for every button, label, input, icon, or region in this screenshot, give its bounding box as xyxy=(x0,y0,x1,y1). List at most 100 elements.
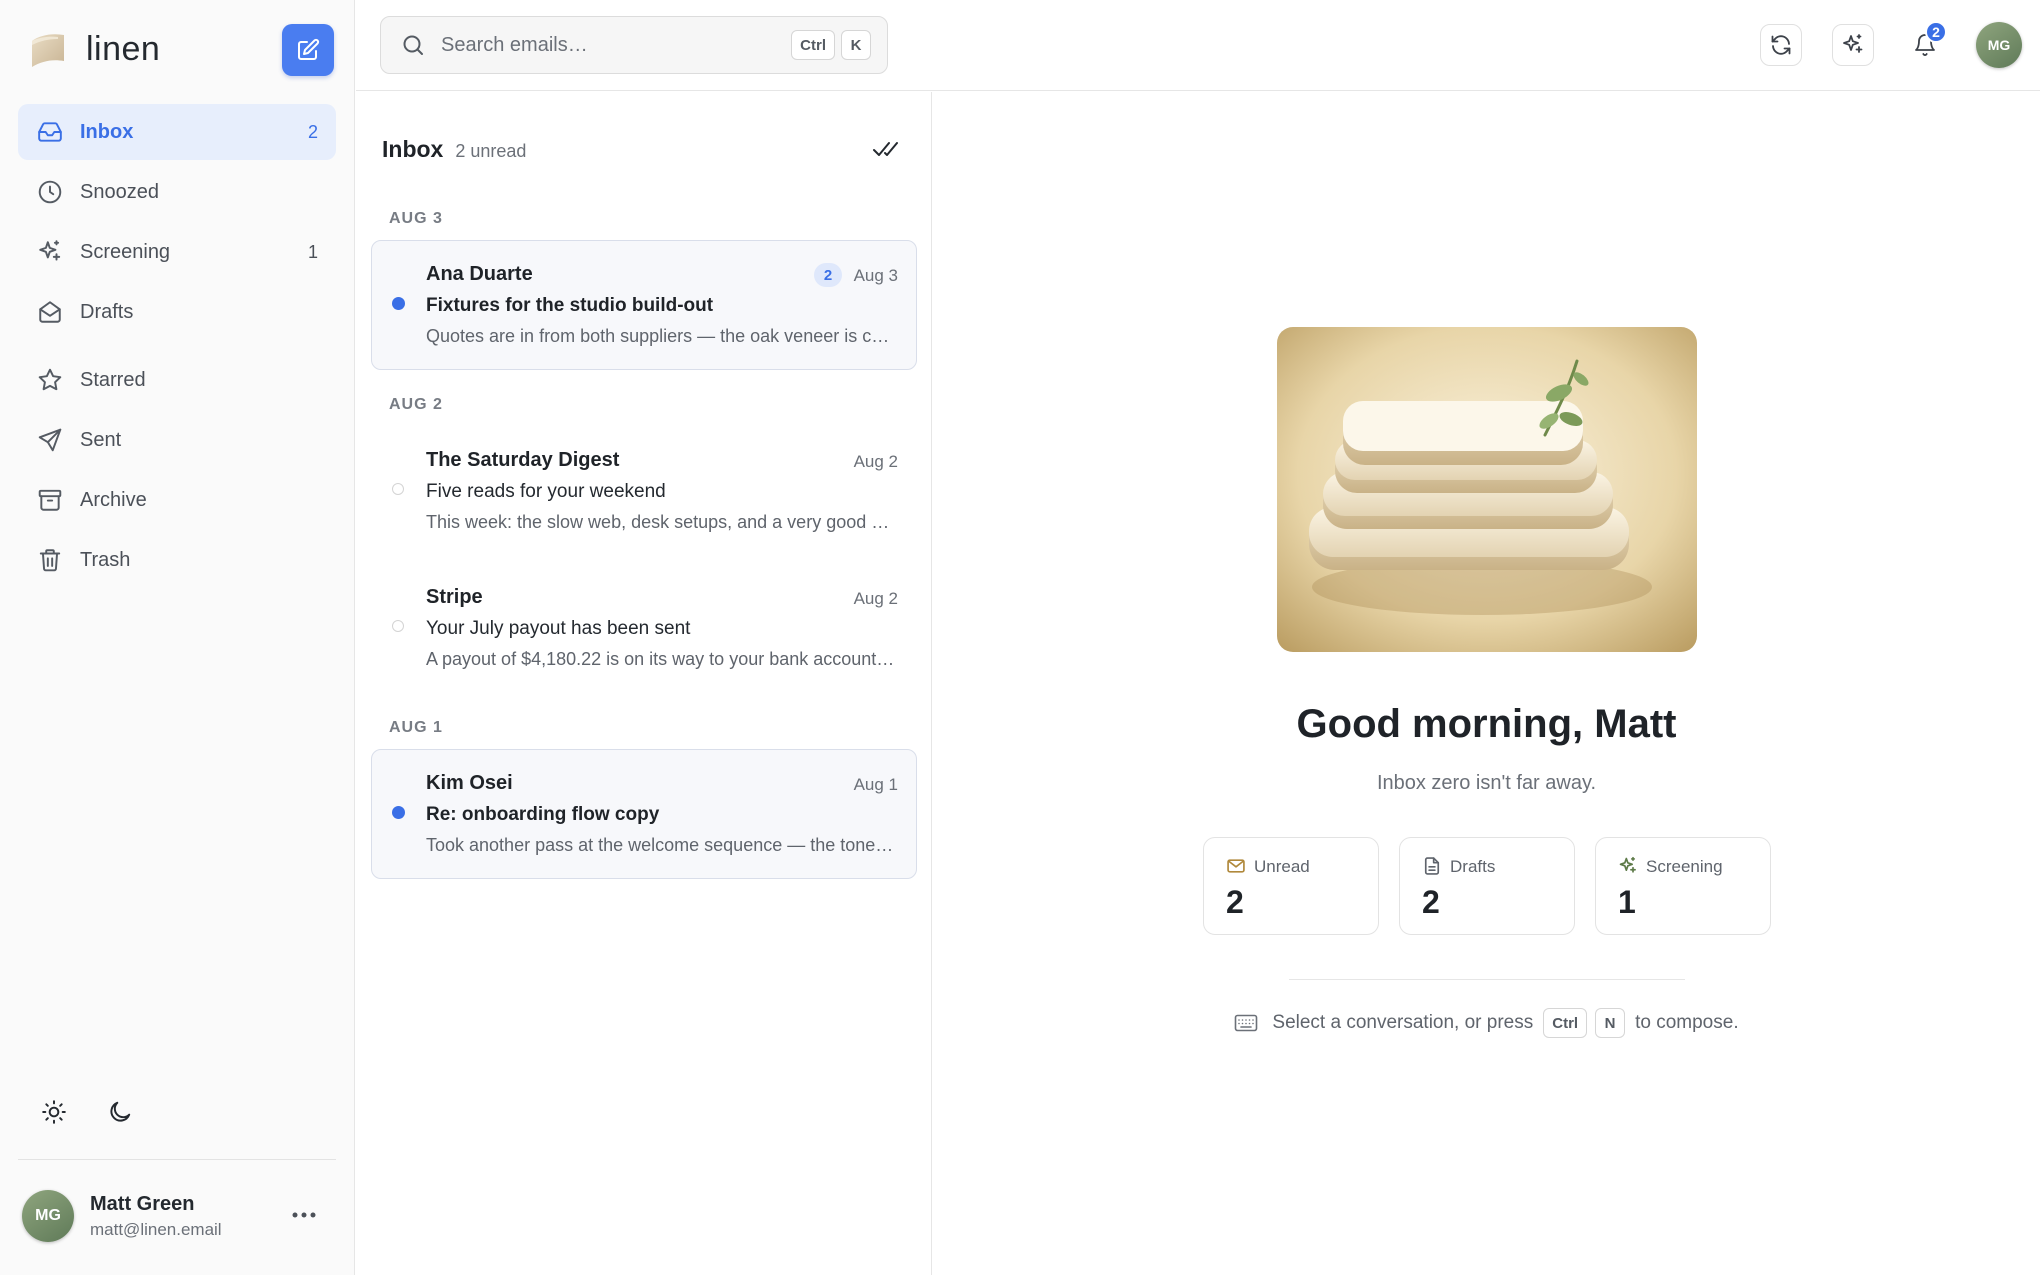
message-subject: Re: onboarding flow copy xyxy=(426,804,660,825)
sidebar-item-archive[interactable]: Archive xyxy=(18,472,336,528)
mark-all-read-button[interactable] xyxy=(869,132,903,166)
avatar: MG xyxy=(22,1190,74,1242)
more-horizontal-icon xyxy=(292,1212,316,1218)
stat-card-unread[interactable]: Unread 2 xyxy=(1203,837,1379,935)
sidebar-item-snoozed[interactable]: Snoozed xyxy=(18,164,336,220)
hint-text-before: Select a conversation, or press xyxy=(1272,1012,1534,1033)
compose-button[interactable] xyxy=(282,24,334,76)
compose-icon xyxy=(298,38,320,60)
sidebar-item-label: Trash xyxy=(80,548,131,571)
light-mode-button[interactable] xyxy=(36,1094,72,1130)
search-input[interactable] xyxy=(441,33,761,57)
sparkles-icon xyxy=(36,238,64,266)
unread-summary: 2 unread xyxy=(455,141,527,161)
message-sender: Ana Duarte xyxy=(426,263,533,285)
message-date: Aug 2 xyxy=(853,452,898,471)
stat-label: Screening xyxy=(1646,857,1723,876)
sidebar-item-label: Snoozed xyxy=(80,180,159,203)
message-preview: Took another pass at the welcome sequenc… xyxy=(426,835,896,855)
moon-icon xyxy=(110,1101,131,1122)
sidebar-item-starred[interactable]: Starred xyxy=(18,352,336,408)
notifications-button[interactable]: 2 xyxy=(1904,21,1947,66)
sidebar-item-label: Starred xyxy=(80,368,146,391)
user-profile[interactable]: MG Matt Green matt@linen.email xyxy=(22,1188,340,1244)
date-group-label: AUG 2 xyxy=(389,396,443,413)
sidebar-item-screening[interactable]: Screening 1 xyxy=(18,224,336,280)
search-box[interactable]: Ctrl K xyxy=(380,16,888,74)
message-date: Aug 1 xyxy=(853,775,898,794)
stat-card-screening[interactable]: Screening 1 xyxy=(1595,837,1771,935)
divider xyxy=(1289,979,1685,980)
sidebar-item-sent[interactable]: Sent xyxy=(18,412,336,468)
sparkles-icon xyxy=(1618,856,1638,876)
sparkles-icon xyxy=(1843,34,1863,53)
sidebar: linen Inbox 2 Snoozed Screening 1 Drafts… xyxy=(0,0,355,1275)
notification-badge: 2 xyxy=(1925,21,1947,43)
list-header: Inbox 2 unread xyxy=(382,136,526,163)
stat-value: 1 xyxy=(1618,884,1636,920)
kbd-n: N xyxy=(1595,1008,1626,1038)
clock-icon xyxy=(36,178,64,206)
sidebar-divider xyxy=(18,1159,336,1160)
sidebar-item-label: Archive xyxy=(80,488,147,511)
list-item[interactable]: Ana Duarte 2 Aug 3 Fixtures for the stud… xyxy=(371,240,917,370)
brand[interactable]: linen xyxy=(26,26,160,72)
ai-assist-button[interactable] xyxy=(1832,24,1874,66)
kbd-k: K xyxy=(841,30,871,60)
app-name: linen xyxy=(86,29,161,68)
envelope-open-icon xyxy=(36,298,64,326)
read-dot xyxy=(392,483,404,495)
sidebar-item-label: Inbox xyxy=(80,120,134,143)
sidebar-item-drafts[interactable]: Drafts xyxy=(18,284,336,340)
star-icon xyxy=(36,366,64,394)
message-list: Inbox 2 unread AUG 3 Ana Duarte 2 Aug 3 … xyxy=(356,92,932,1275)
greeting-heading: Good morning, Matt xyxy=(1296,702,1677,746)
list-item[interactable]: Stripe Aug 2 Your July payout has been s… xyxy=(371,563,917,693)
refresh-button[interactable] xyxy=(1760,24,1802,66)
unread-dot xyxy=(392,297,405,310)
message-date: Aug 2 xyxy=(853,589,898,608)
sidebar-item-inbox[interactable]: Inbox 2 xyxy=(18,104,336,160)
archive-icon xyxy=(36,486,64,514)
unread-dot xyxy=(392,806,405,819)
compose-hint: Select a conversation, or press Ctrl N t… xyxy=(933,1008,2040,1038)
dark-mode-button[interactable] xyxy=(102,1094,138,1130)
refresh-icon xyxy=(1771,35,1791,55)
theme-toggle xyxy=(36,1094,138,1130)
date-group-label: AUG 3 xyxy=(389,210,443,227)
linen-logo-icon xyxy=(26,27,70,71)
sidebar-item-label: Screening xyxy=(80,240,171,263)
greeting-tagline: Inbox zero isn't far away. xyxy=(1376,772,1597,794)
message-preview: Quotes are in from both suppliers — the … xyxy=(426,326,896,346)
reading-pane: Good morning, Matt Inbox zero isn't far … xyxy=(933,92,2040,1275)
double-check-icon xyxy=(873,142,898,156)
stat-value: 2 xyxy=(1226,884,1244,920)
read-dot xyxy=(392,620,404,632)
hint-text-after: to compose. xyxy=(1635,1012,1739,1033)
stats-row: Unread 2 Drafts 2 Screening 1 xyxy=(1203,837,1771,935)
sun-icon xyxy=(42,1100,66,1124)
top-bar: Ctrl K 2 MG xyxy=(356,0,2040,91)
top-actions: 2 MG xyxy=(1760,21,2022,68)
list-item[interactable]: The Saturday Digest Aug 2 Five reads for… xyxy=(371,426,917,556)
user-menu-button[interactable] xyxy=(286,1200,322,1230)
thread-count-badge: 2 xyxy=(814,263,842,287)
list-item[interactable]: Kim Osei Aug 1 Re: onboarding flow copy … xyxy=(371,749,917,879)
stat-value: 2 xyxy=(1422,884,1440,920)
trash-icon xyxy=(36,546,64,574)
sidebar-item-trash[interactable]: Trash xyxy=(18,532,336,588)
inbox-icon xyxy=(36,118,64,146)
search-icon xyxy=(399,31,427,59)
sidebar-item-count: 2 xyxy=(307,121,318,142)
document-icon xyxy=(1422,856,1442,876)
message-sender: Kim Osei xyxy=(426,772,513,794)
avatar[interactable]: MG xyxy=(1976,22,2022,68)
mail-icon xyxy=(1226,856,1246,876)
message-preview: A payout of $4,180.22 is on its way to y… xyxy=(426,649,896,669)
sidebar-item-label: Drafts xyxy=(80,300,134,323)
date-group-label: AUG 1 xyxy=(389,719,443,736)
stat-card-drafts[interactable]: Drafts 2 xyxy=(1399,837,1575,935)
sidebar-item-label: Sent xyxy=(80,428,122,451)
message-sender: Stripe xyxy=(426,586,483,608)
stat-label: Unread xyxy=(1254,857,1310,876)
